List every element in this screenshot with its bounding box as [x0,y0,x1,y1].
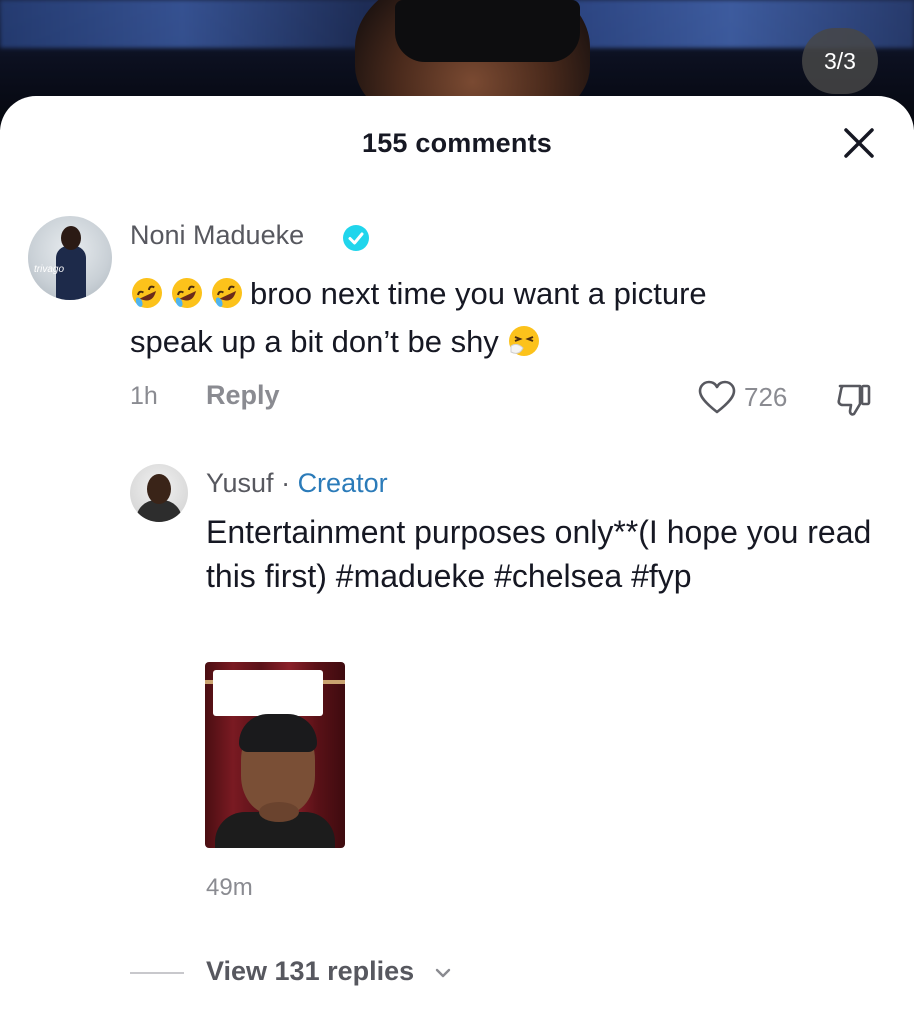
rofl-emoji-icon [212,278,242,308]
rofl-emoji-icon [172,278,202,308]
comment-text-line-1: broo next time you want a picture [250,276,707,311]
reply-button[interactable]: Reply [206,380,280,411]
heart-icon[interactable] [698,380,736,416]
image-counter-badge: 3/3 [802,28,878,94]
rofl-emoji-icon [132,278,162,308]
like-count: 726 [744,382,788,412]
avatar[interactable] [130,464,188,522]
dislike-icon[interactable] [834,378,876,420]
reply-author-separator: · [273,468,298,498]
close-icon[interactable] [842,126,876,160]
thumbnail-quoted-comment-card [213,670,323,716]
video-reply-thumbnail[interactable] [205,662,345,848]
comment-text-line-2: speak up a bit don’t be shy [130,324,499,359]
chevron-down-icon [435,968,451,978]
verified-icon [343,225,369,251]
reply-author-name[interactable]: Yusuf [206,468,274,498]
headband-image [395,0,580,62]
comment-timestamp: 1h [130,382,158,410]
comment-author-name[interactable]: Noni Madueke [130,220,304,251]
creator-badge: Creator [297,468,388,498]
comment-text: broo next time you want a picture speak … [130,270,870,366]
avatar[interactable]: trivago [28,216,112,300]
replies-divider [130,972,184,974]
comments-count-title: 155 comments [362,128,552,158]
view-replies-button[interactable]: View 131 replies [130,956,530,990]
reply-author-line: Yusuf · Creator [206,468,388,499]
comment-meta-row: 1h Reply 726 [130,380,890,416]
reply-timestamp: 49m [206,874,253,901]
comments-sheet: 155 comments trivago Noni Madueke broo n… [0,96,914,1024]
view-replies-label: View 131 replies [206,956,415,986]
sneezing-emoji-icon [509,326,540,356]
reply-text: Entertainment purposes only**(I hope you… [206,514,872,594]
